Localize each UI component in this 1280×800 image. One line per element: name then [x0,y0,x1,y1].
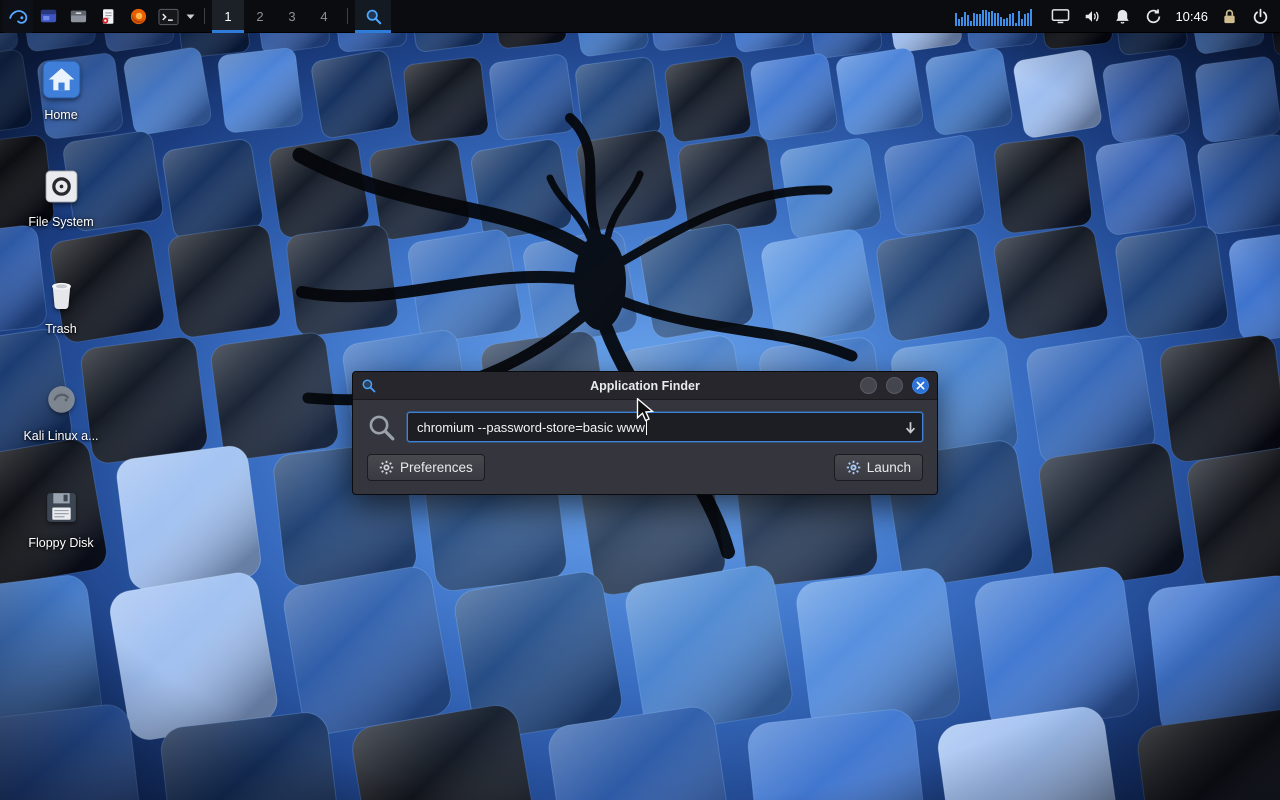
desktop-icon-kali-linux[interactable]: Kali Linux a... [14,371,108,466]
gear-icon [379,460,394,475]
taskbar-application-finder[interactable] [355,0,391,33]
titlebar[interactable]: Application Finder [353,372,937,400]
window-controls [860,377,929,394]
firefox-icon [129,7,148,26]
close-icon [916,381,925,390]
panel-separator [347,8,348,24]
top-panel: 1 2 3 4 [0,0,1280,33]
display-icon [1051,8,1070,24]
desktop-icon-label: Trash [45,323,77,337]
window-icon [39,7,58,26]
desktop: 1 2 3 4 [0,0,1280,800]
desktop-icon-label: Home [44,109,77,123]
desktop-icon-label: Floppy Disk [28,537,93,551]
maximize-button[interactable] [886,377,903,394]
launcher-firefox[interactable] [123,0,153,33]
desktop-icon-trash[interactable]: Trash [14,264,108,359]
arrow-down-icon [905,421,916,434]
launcher-text-editor[interactable] [93,0,123,33]
application-finder-icon [365,8,382,25]
panel-separator [204,8,205,24]
power-icon [1252,8,1269,25]
appfinder-body: chromium --password-store=basic www [353,400,937,494]
appfinder-window-icon [361,378,376,393]
bell-icon [1114,8,1131,25]
launcher-terminal[interactable] [153,0,183,33]
desktop-icon-label: File System [28,216,93,230]
kali-menu-button[interactable] [3,0,33,33]
terminal-icon [158,8,179,26]
home-icon [39,57,84,102]
trash-icon [39,271,84,316]
launch-button[interactable]: Launch [834,454,923,481]
launch-label: Launch [867,460,911,475]
search-input[interactable]: chromium --password-store=basic www [407,412,923,442]
preferences-button[interactable]: Preferences [367,454,485,481]
search-input-value: chromium --password-store=basic www [417,420,645,435]
workspace-button-1[interactable]: 1 [212,0,244,33]
preferences-label: Preferences [400,460,473,475]
update-circle-icon [1145,8,1162,25]
file-system-icon [39,164,84,209]
floppy-disk-icon [39,485,84,530]
file-manager-icon [69,7,88,26]
desktop-icon-column: Home File System Trash Kali L [14,50,108,573]
history-dropdown-button[interactable] [905,413,916,441]
panel-left: 1 2 3 4 [3,0,391,32]
volume-tray-button[interactable] [1082,7,1101,26]
desktop-icon-file-system[interactable]: File System [14,157,108,252]
button-row: Preferences Launch [367,454,923,481]
system-tray: 10:46 [955,0,1274,32]
window-title: Application Finder [353,379,937,393]
kali-docs-icon [39,378,84,423]
lock-tray-button[interactable] [1220,7,1239,26]
application-finder-window: Application Finder chromium --password- [352,371,938,495]
chevron-down-icon [186,14,195,20]
workspace-button-4[interactable]: 4 [308,0,340,33]
updates-tray-button[interactable] [1144,7,1163,26]
close-button[interactable] [912,377,929,394]
notifications-tray-button[interactable] [1113,7,1132,26]
desktop-icon-label: Kali Linux a... [23,430,98,444]
search-icon [367,413,396,442]
launcher-window[interactable] [33,0,63,33]
desktop-icon-floppy-disk[interactable]: Floppy Disk [14,478,108,573]
minimize-button[interactable] [860,377,877,394]
desktop-icon-home[interactable]: Home [14,50,108,145]
clock[interactable]: 10:46 [1175,9,1208,24]
logout-tray-button[interactable] [1251,7,1270,26]
launcher-file-manager[interactable] [63,0,93,33]
search-row: chromium --password-store=basic www [367,412,923,442]
workspace-button-2[interactable]: 2 [244,0,276,33]
volume-icon [1083,8,1101,25]
display-tray-button[interactable] [1051,7,1070,26]
audio-spectrum-widget[interactable] [955,7,1039,26]
workspace-button-3[interactable]: 3 [276,0,308,33]
kali-logo-icon [7,6,29,28]
lock-icon [1222,8,1237,25]
text-editor-icon [99,7,117,26]
terminal-dropdown-arrow[interactable] [183,0,197,33]
launch-icon [846,460,861,475]
text-caret [646,419,647,435]
